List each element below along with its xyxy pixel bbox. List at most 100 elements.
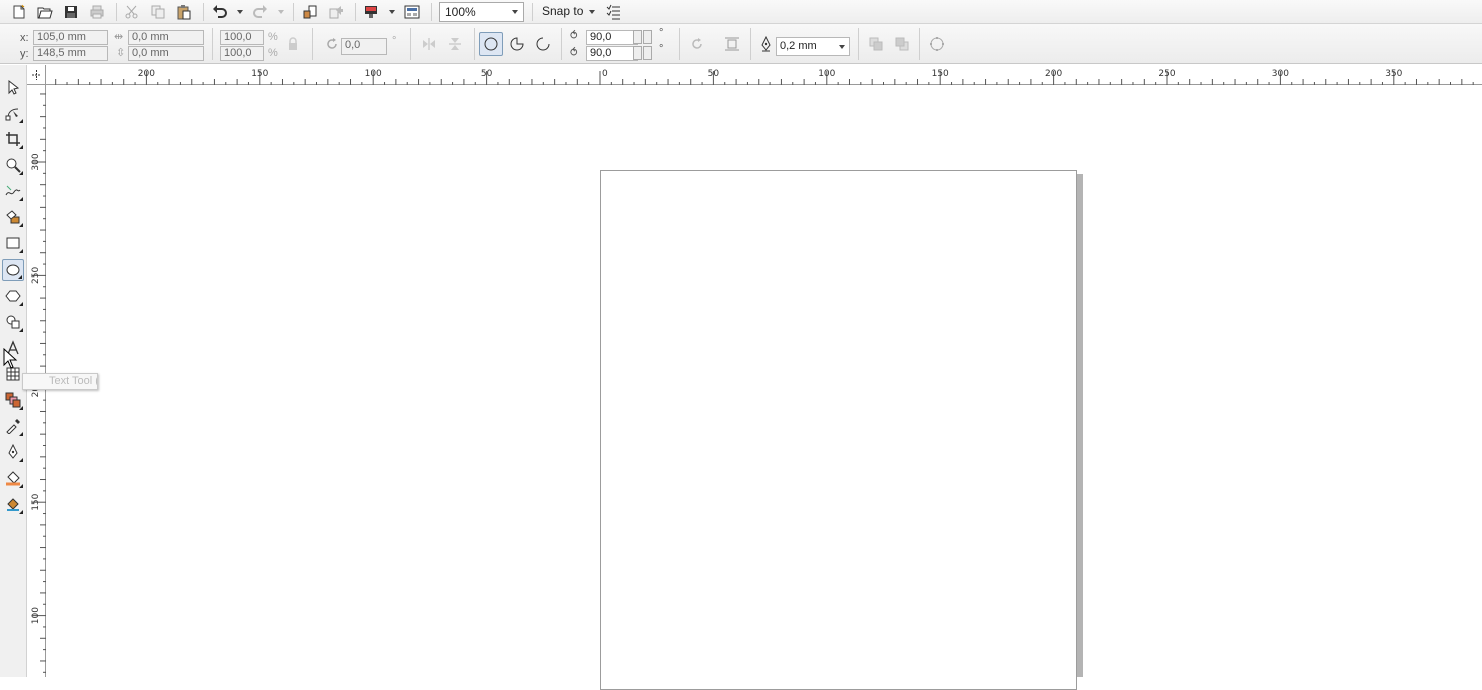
x-position-field[interactable]: 105,0 mm	[33, 30, 108, 45]
standard-toolbar: 100% Snap to	[0, 0, 1482, 24]
drawing-page[interactable]	[600, 170, 1077, 690]
paste-icon[interactable]	[174, 2, 194, 22]
outline-pen-tool[interactable]	[2, 441, 24, 463]
scale-y-field[interactable]: 100,0	[220, 46, 264, 61]
rectangle-tool[interactable]	[2, 232, 24, 254]
save-icon[interactable]	[61, 2, 81, 22]
launcher-icon[interactable]	[361, 2, 381, 22]
redo-dropdown-arrow[interactable]	[278, 10, 284, 14]
end-angle-spinner[interactable]	[633, 46, 642, 60]
import-icon[interactable]	[300, 2, 320, 22]
blend-tool[interactable]	[2, 389, 24, 411]
new-document-icon[interactable]	[9, 2, 29, 22]
lock-ratio-icon[interactable]	[283, 34, 303, 54]
launcher-dropdown-arrow[interactable]	[389, 10, 395, 14]
start-angle-spinner[interactable]	[633, 30, 642, 44]
pen-nib-icon	[756, 34, 776, 54]
rotation-angle-field[interactable]: 0,0	[341, 38, 387, 55]
freehand-tool[interactable]	[2, 180, 24, 202]
object-width-field[interactable]: 0,0 mm	[128, 30, 204, 45]
ruler-label: 350	[1385, 69, 1402, 79]
property-bar: x: 105,0 mm y: 148,5 mm ⇹ 0,0 mm ⇳ 0,0 m…	[0, 24, 1482, 64]
mouse-cursor-icon	[3, 348, 18, 369]
crop-tool[interactable]	[2, 128, 24, 150]
ruler-label: 200	[1045, 69, 1062, 79]
export-icon[interactable]	[326, 2, 346, 22]
pick-tool[interactable]	[2, 76, 24, 98]
arc-mode-icon[interactable]	[533, 34, 553, 54]
zoom-level-select[interactable]: 100%	[439, 2, 524, 22]
y-position-field[interactable]: 148,5 mm	[33, 46, 108, 61]
ruler-label: 50	[481, 69, 493, 79]
toolbox	[0, 65, 27, 677]
width-icon: ⇹	[114, 31, 124, 43]
y-position-label: y:	[20, 48, 29, 60]
convert-to-curves-icon[interactable]	[927, 34, 947, 54]
ruler-label: 250	[31, 267, 41, 284]
chevron-down-icon	[839, 45, 845, 49]
undo-icon[interactable]	[210, 2, 230, 22]
end-angle-spinner-up[interactable]	[643, 46, 652, 60]
outline-width-value: 0,2 mm	[780, 40, 817, 52]
ruler-label: 150	[31, 493, 41, 510]
ruler-label: 100	[365, 69, 382, 79]
horizontal-ruler[interactable]: 200 150 100 50 0 50 100 150 200 250 300 350	[46, 65, 1482, 85]
pie-mode-icon[interactable]	[507, 34, 527, 54]
scale-x-field[interactable]: 100,0	[220, 30, 264, 45]
zoom-level-value: 100%	[445, 5, 476, 19]
fill-tool[interactable]	[2, 467, 24, 489]
tool-tooltip: Text Tool (F8)	[22, 373, 98, 390]
x-position-label: x:	[20, 32, 29, 44]
outline-width-select[interactable]: 0,2 mm	[776, 37, 850, 56]
height-icon: ⇳	[116, 47, 126, 59]
redo-icon[interactable]	[250, 2, 270, 22]
start-angle-spinner-up[interactable]	[643, 30, 652, 44]
ruler-label: 150	[932, 69, 949, 79]
print-icon[interactable]	[87, 2, 107, 22]
interactive-fill-tool[interactable]	[2, 493, 24, 515]
smart-fill-tool[interactable]	[2, 206, 24, 228]
snap-to-dropdown-arrow[interactable]	[589, 10, 595, 14]
scale-y-percent: %	[268, 47, 278, 59]
wrap-text-icon[interactable]	[722, 34, 742, 54]
ruler-origin[interactable]	[27, 65, 46, 85]
object-height-field[interactable]: 0,0 mm	[128, 46, 204, 61]
folder-open-icon[interactable]	[35, 2, 55, 22]
polygon-tool[interactable]	[2, 285, 24, 307]
ruler-label: 100	[31, 607, 41, 624]
scale-x-percent: %	[268, 31, 278, 43]
ruler-label: 300	[1272, 69, 1289, 79]
ellipse-tool[interactable]	[2, 259, 24, 281]
arrow-pointer-icon	[8, 79, 20, 95]
ruler-label: 50	[708, 69, 720, 79]
rotation-degree: °	[392, 35, 397, 47]
end-angle-field[interactable]: 90,0	[586, 46, 638, 61]
start-angle-degree: °	[659, 27, 664, 39]
undo-dropdown-arrow[interactable]	[237, 10, 243, 14]
shape-tool[interactable]	[2, 102, 24, 124]
ruler-label: 150	[251, 69, 268, 79]
ruler-label: 100	[818, 69, 835, 79]
end-angle-icon: ⥀	[570, 47, 578, 59]
ruler-label: 200	[138, 69, 155, 79]
change-direction-icon[interactable]	[687, 34, 707, 54]
mirror-horizontal-icon[interactable]	[419, 34, 439, 54]
rotation-icon	[322, 34, 342, 54]
mirror-vertical-icon[interactable]	[445, 34, 465, 54]
zoom-tool[interactable]	[2, 154, 24, 176]
basic-shapes-tool[interactable]	[2, 311, 24, 333]
ellipse-mode-button[interactable]	[479, 32, 503, 56]
ruler-label: 300	[31, 153, 41, 170]
to-back-icon[interactable]	[892, 34, 912, 54]
to-front-icon[interactable]	[866, 34, 886, 54]
eyedropper-tool[interactable]	[2, 415, 24, 437]
ruler-label: 0	[602, 69, 608, 79]
copy-icon[interactable]	[148, 2, 168, 22]
welcome-screen-icon[interactable]	[402, 2, 422, 22]
snap-options-icon[interactable]	[604, 2, 624, 22]
end-angle-degree: °	[659, 43, 664, 55]
start-angle-field[interactable]: 90,0	[586, 30, 638, 45]
scissors-icon[interactable]	[122, 2, 142, 22]
snap-to-label: Snap to	[542, 4, 584, 18]
snap-to-button[interactable]: Snap to	[542, 4, 583, 18]
